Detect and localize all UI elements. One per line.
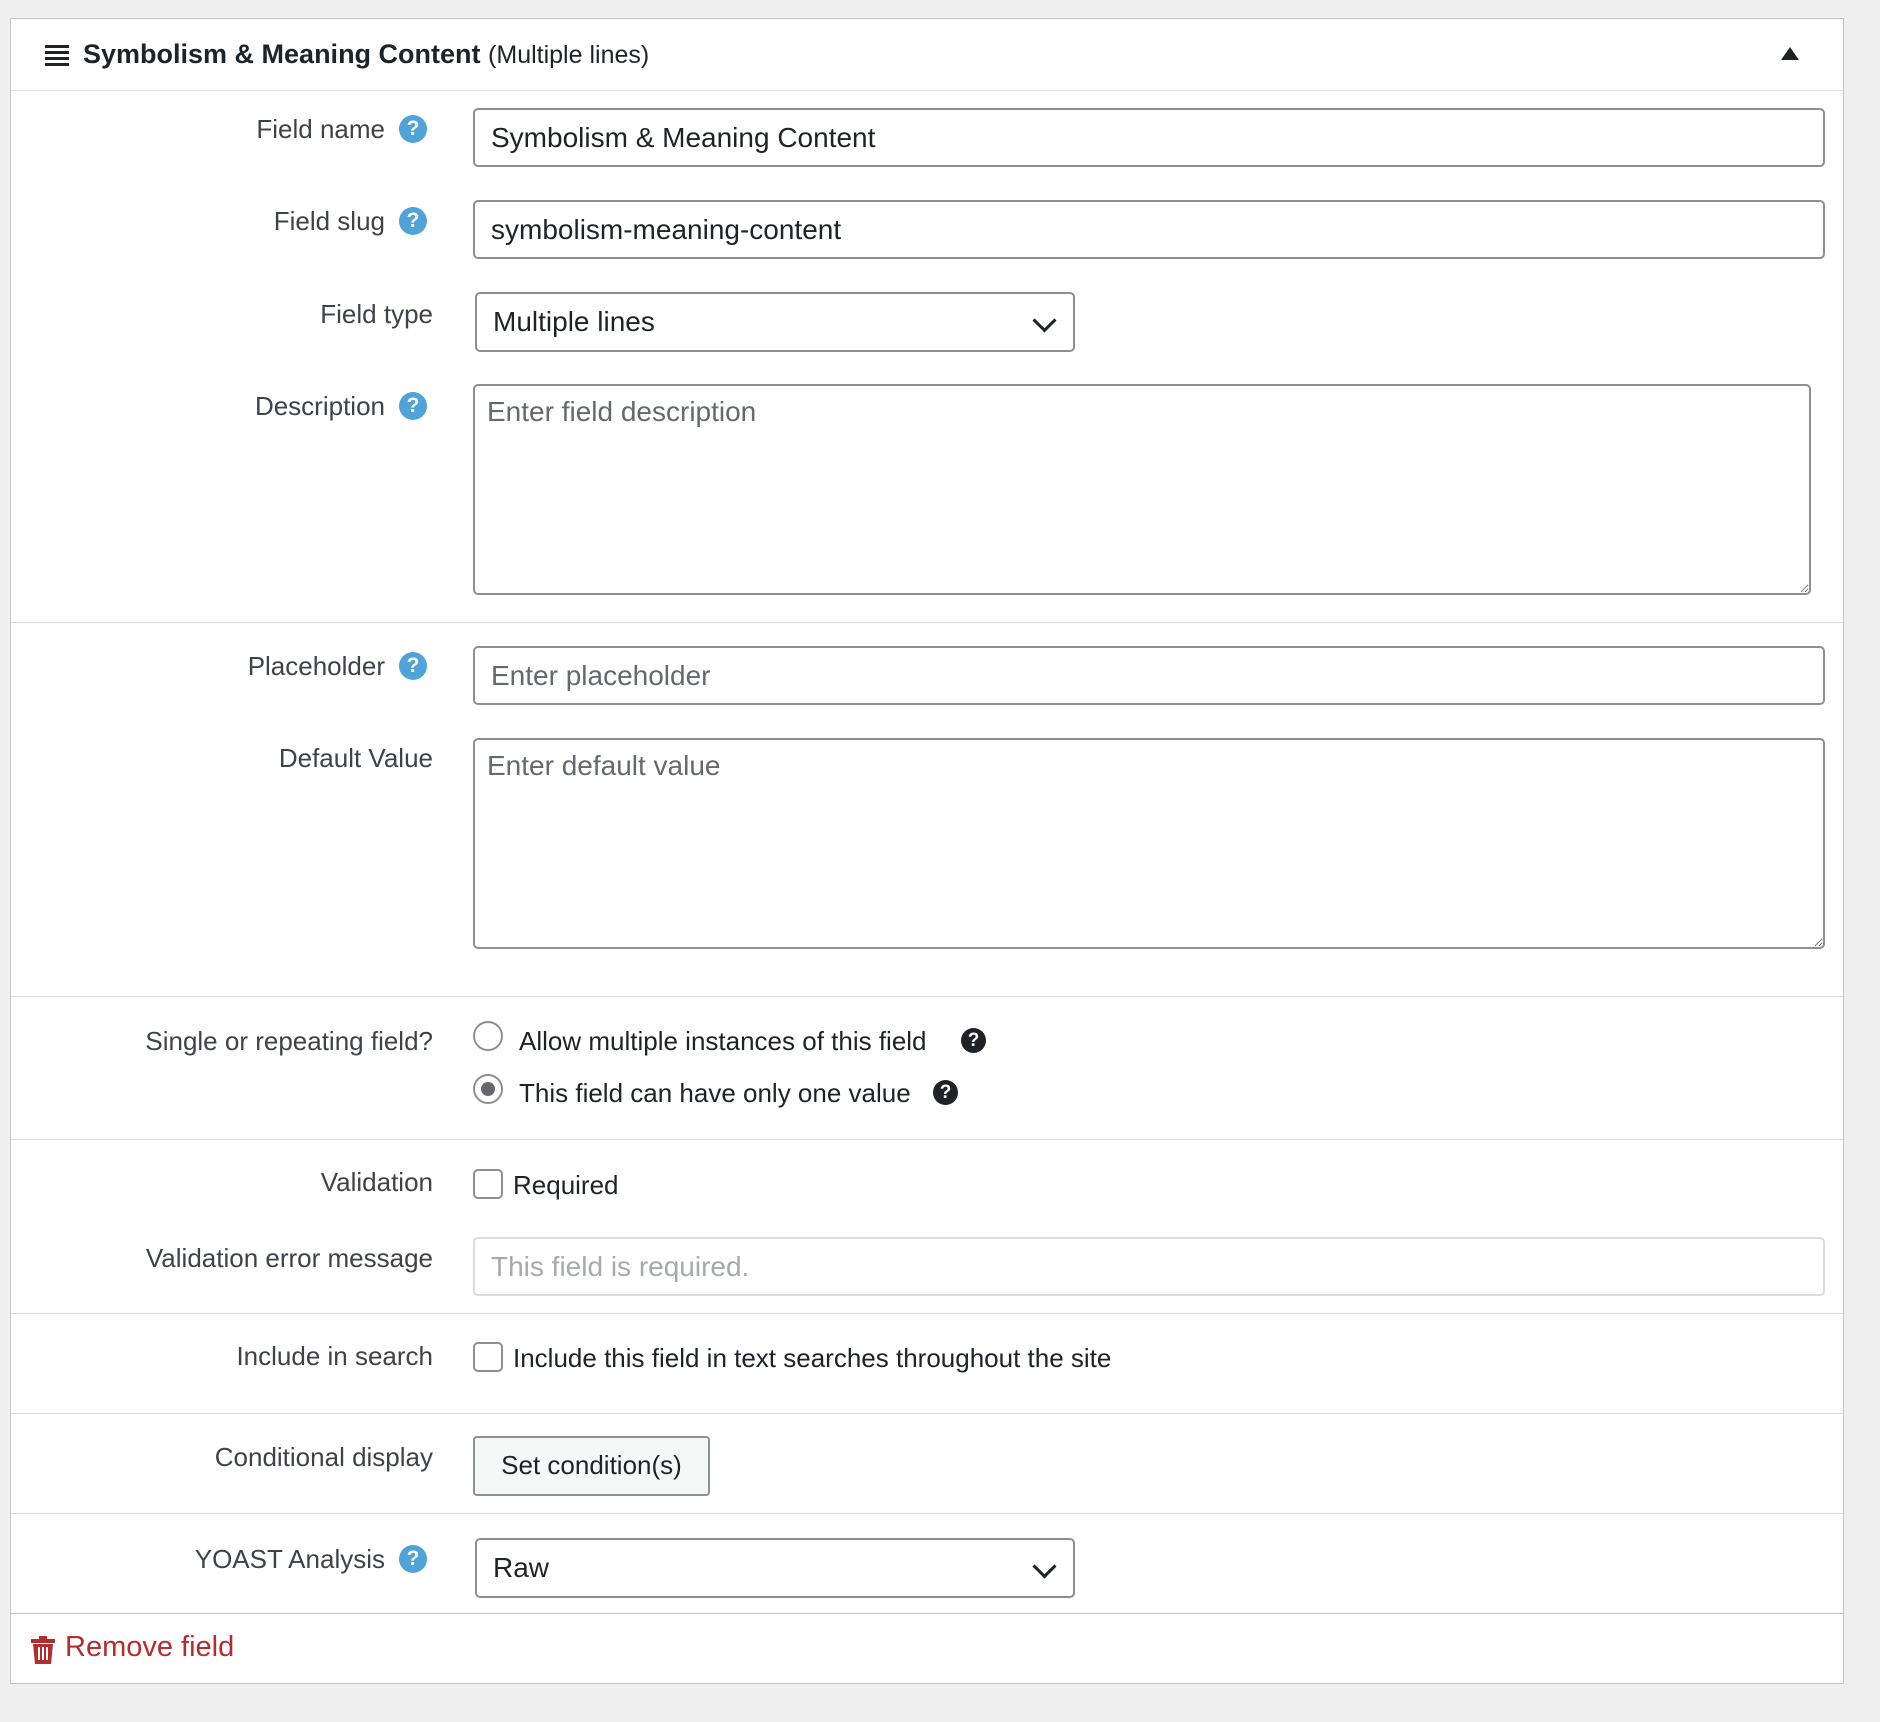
question-circle-icon[interactable]: ? xyxy=(399,652,427,680)
field-type-select[interactable]: Multiple lines xyxy=(475,292,1075,352)
field-slug-input[interactable] xyxy=(473,200,1825,259)
divider xyxy=(11,1139,1843,1140)
include-search-option[interactable]: Include this field in text searches thro… xyxy=(513,1343,1111,1374)
placeholder-label: Placeholder xyxy=(247,651,385,681)
divider xyxy=(11,622,1843,623)
chevron-down-icon xyxy=(1032,1554,1057,1579)
yoast-label: YOAST Analysis xyxy=(194,1544,385,1574)
default-value-label: Default Value xyxy=(278,743,433,773)
collapse-arrow-icon[interactable] xyxy=(1781,47,1799,60)
repeat-label: Single or repeating field? xyxy=(145,1026,433,1056)
field-title: Symbolism & Meaning Content xyxy=(83,39,481,69)
field-type-label: Field type xyxy=(320,299,433,329)
question-circle-icon[interactable]: ? xyxy=(933,1080,958,1105)
field-slug-label: Field slug xyxy=(273,206,385,236)
yoast-select[interactable]: Raw xyxy=(475,1538,1075,1598)
divider xyxy=(11,996,1843,997)
trash-icon[interactable] xyxy=(31,1636,55,1664)
radio-multiple-instances[interactable] xyxy=(473,1021,503,1051)
validation-error-label: Validation error message xyxy=(145,1243,433,1273)
chevron-down-icon xyxy=(1032,308,1057,333)
required-checkbox[interactable] xyxy=(473,1169,503,1199)
field-name-label: Field name xyxy=(256,114,385,144)
description-textarea[interactable] xyxy=(473,384,1811,595)
footer-divider xyxy=(11,1613,1843,1614)
description-label: Description xyxy=(254,391,385,421)
field-panel: Symbolism & Meaning Content (Multiple li… xyxy=(10,18,1844,1684)
drag-handle-icon[interactable] xyxy=(45,45,69,66)
default-value-textarea[interactable] xyxy=(473,738,1825,949)
include-search-checkbox[interactable] xyxy=(473,1342,503,1372)
divider xyxy=(11,1513,1843,1514)
question-circle-icon[interactable]: ? xyxy=(399,207,427,235)
field-type-suffix: (Multiple lines) xyxy=(488,41,650,69)
placeholder-input[interactable] xyxy=(473,646,1825,705)
set-conditions-button[interactable]: Set condition(s) xyxy=(473,1436,710,1496)
include-search-label: Include in search xyxy=(236,1341,433,1371)
question-circle-icon[interactable]: ? xyxy=(961,1028,986,1053)
radio-single-value[interactable] xyxy=(473,1074,503,1104)
remove-field-link[interactable]: Remove field xyxy=(65,1631,234,1664)
radio-single-label[interactable]: This field can have only one value xyxy=(519,1078,911,1109)
question-circle-icon[interactable]: ? xyxy=(399,1545,427,1573)
panel-title: Symbolism & Meaning Content (Multiple li… xyxy=(83,39,649,70)
divider xyxy=(11,1313,1843,1314)
radio-multiple-label[interactable]: Allow multiple instances of this field xyxy=(519,1026,927,1057)
question-circle-icon[interactable]: ? xyxy=(399,115,427,143)
conditional-label: Conditional display xyxy=(214,1442,433,1472)
field-type-value: Multiple lines xyxy=(493,306,655,337)
validation-error-input xyxy=(473,1237,1825,1296)
validation-label: Validation xyxy=(320,1167,433,1197)
question-circle-icon[interactable]: ? xyxy=(399,392,427,420)
field-name-input[interactable] xyxy=(473,108,1825,167)
required-label[interactable]: Required xyxy=(513,1170,619,1201)
panel-header[interactable]: Symbolism & Meaning Content (Multiple li… xyxy=(11,19,1843,91)
yoast-value: Raw xyxy=(493,1552,550,1583)
divider xyxy=(11,1413,1843,1414)
